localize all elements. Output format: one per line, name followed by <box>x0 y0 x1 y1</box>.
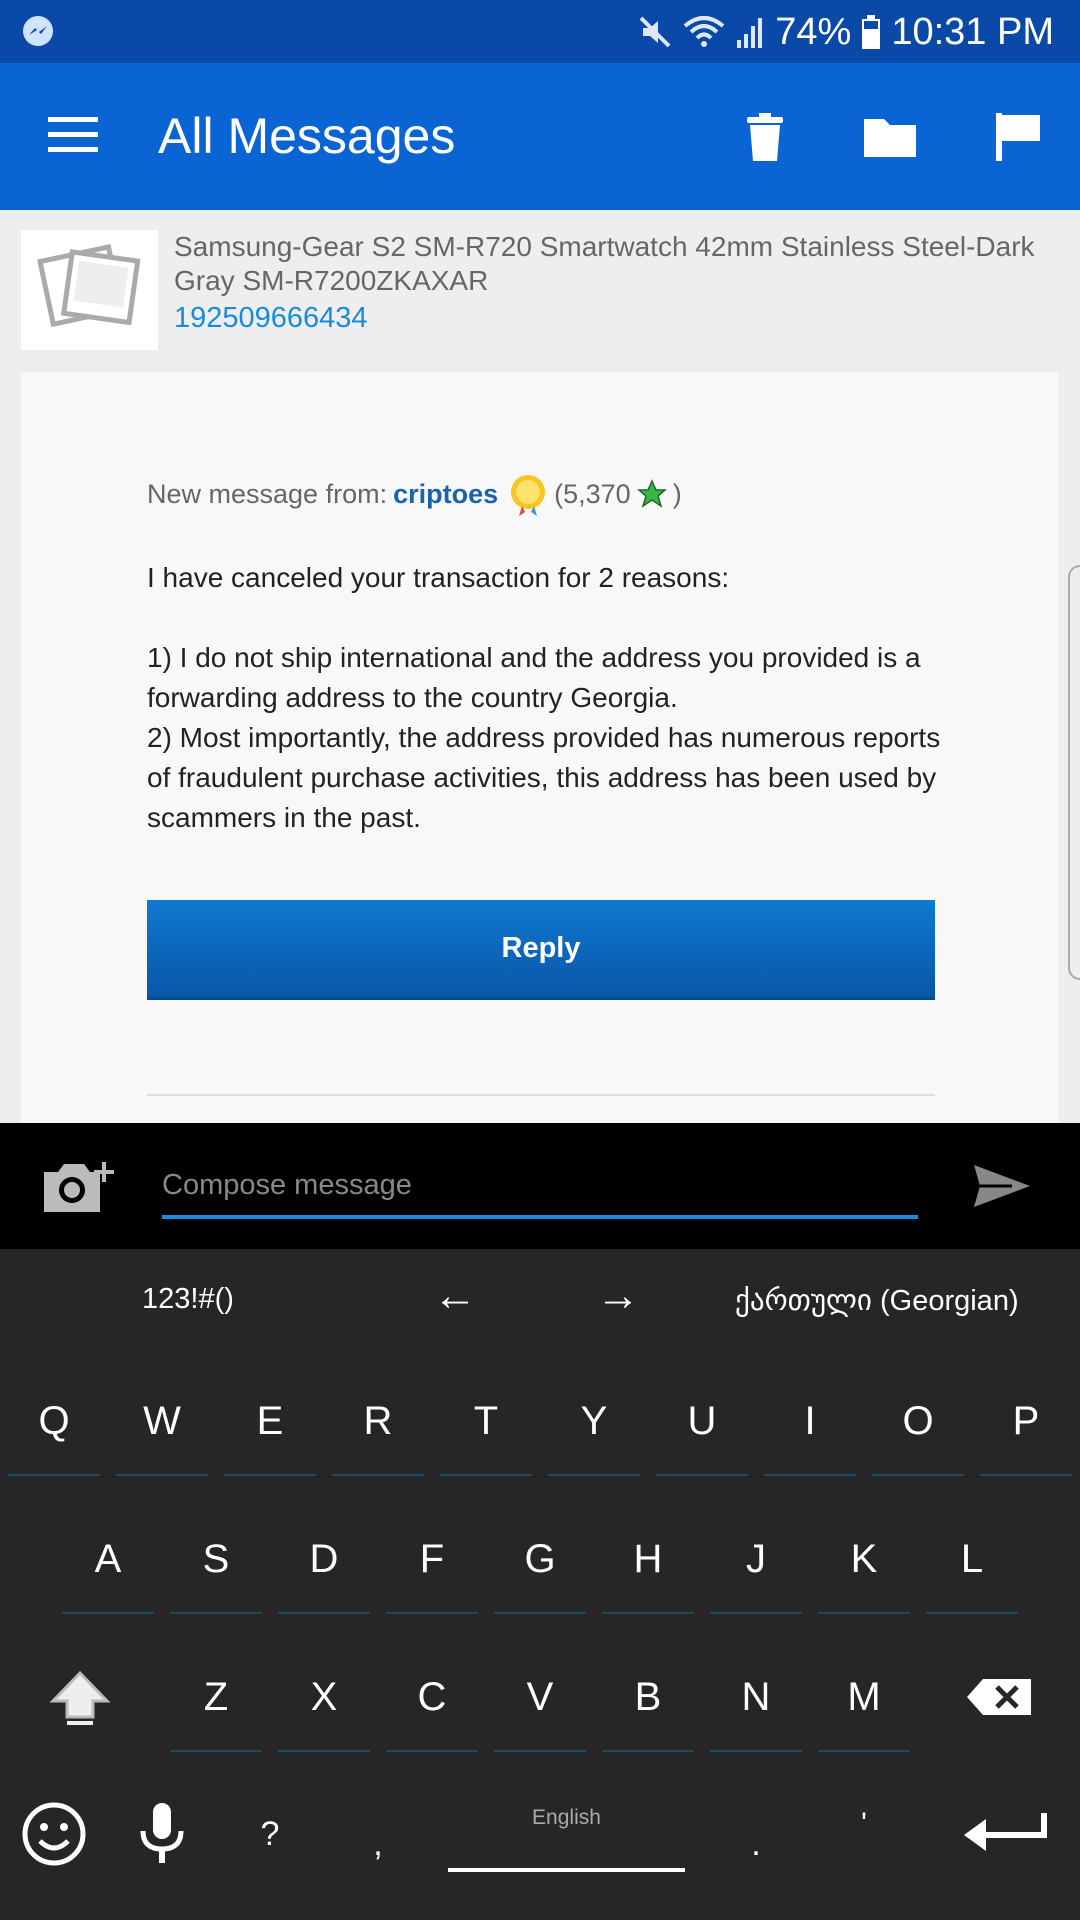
divider <box>147 1094 935 1096</box>
sender-username[interactable]: criptoes <box>393 479 498 510</box>
cursor-right-key[interactable]: → <box>596 1271 640 1321</box>
key-e[interactable]: E <box>220 1366 320 1476</box>
item-header[interactable]: Samsung-Gear S2 SM-R720 Smartwatch 42mm … <box>0 210 1080 372</box>
key-p[interactable]: P <box>976 1366 1076 1476</box>
key-comma[interactable]: , <box>328 1789 428 1899</box>
page-title: All Messages <box>158 108 456 164</box>
voice-input-key[interactable] <box>112 1779 212 1889</box>
from-label: New message from: <box>147 478 388 509</box>
key-u[interactable]: U <box>652 1366 752 1476</box>
delete-icon[interactable] <box>735 107 795 167</box>
key-m[interactable]: M <box>814 1642 914 1752</box>
message-line: I have canceled your transaction for 2 r… <box>147 562 730 593</box>
key-d[interactable]: D <box>274 1504 374 1614</box>
emoji-icon <box>22 1802 86 1866</box>
key-apostrophe[interactable]: ' <box>814 1769 914 1879</box>
key-n[interactable]: N <box>706 1642 806 1752</box>
key-l[interactable]: L <box>922 1504 1022 1614</box>
app-bar: All Messages <box>0 63 1080 210</box>
status-bar: 74% 10:31 PM <box>0 0 1080 63</box>
compose-bar: Compose message <box>0 1123 1080 1249</box>
keyboard-toolbar: 123!#() ← → ქართული (Georgian) <box>0 1249 1080 1355</box>
key-o[interactable]: O <box>868 1366 968 1476</box>
key-c[interactable]: C <box>382 1642 482 1752</box>
add-photo-icon[interactable] <box>40 1156 120 1216</box>
item-number-link[interactable]: 192509666434 <box>174 302 368 335</box>
key-v[interactable]: V <box>490 1642 590 1752</box>
message-line: 1) I do not ship international and the a… <box>147 642 921 713</box>
message-body: I have canceled your transaction for 2 r… <box>147 558 947 838</box>
status-icons: 74% 10:31 PM <box>637 8 1054 56</box>
item-thumbnail <box>21 230 158 350</box>
message-line: 2) Most importantly, the address provide… <box>147 722 941 833</box>
battery-icon <box>862 15 881 49</box>
key-y[interactable]: Y <box>544 1366 644 1476</box>
shift-icon <box>49 1670 111 1725</box>
enter-icon <box>964 1813 1047 1851</box>
key-question[interactable]: ? <box>220 1779 320 1889</box>
menu-icon[interactable] <box>48 115 98 155</box>
key-z[interactable]: Z <box>166 1642 266 1752</box>
key-h[interactable]: H <box>598 1504 698 1614</box>
backspace-key[interactable] <box>950 1642 1050 1752</box>
edge-panel-handle[interactable] <box>1068 565 1080 980</box>
key-i[interactable]: I <box>760 1366 860 1476</box>
emoji-key[interactable] <box>4 1779 104 1889</box>
key-x[interactable]: X <box>274 1642 374 1752</box>
message-sender-line: New message from: criptoes (5,370 ) <box>147 470 682 518</box>
key-f[interactable]: F <box>382 1504 482 1614</box>
shift-key[interactable] <box>30 1642 130 1752</box>
key-g[interactable]: G <box>490 1504 590 1614</box>
signal-icon <box>737 18 763 48</box>
send-icon[interactable] <box>972 1161 1032 1211</box>
cursor-left-key[interactable]: ← <box>433 1271 477 1321</box>
key-period[interactable]: . <box>706 1789 806 1899</box>
key-b[interactable]: B <box>598 1642 698 1752</box>
key-a[interactable]: A <box>58 1504 158 1614</box>
message-card: New message from: criptoes (5,370 ) I ha… <box>21 372 1058 1124</box>
reply-button[interactable]: Reply <box>147 900 935 1000</box>
messenger-icon <box>23 16 53 46</box>
language-key[interactable]: ქართული (Georgian) <box>735 1283 1019 1318</box>
mute-icon <box>639 16 671 48</box>
wifi-icon <box>683 16 725 47</box>
feedback-star-badge-icon <box>511 475 546 516</box>
space-key[interactable]: English <box>448 1800 685 1872</box>
feedback-score: (5,370 <box>554 478 631 509</box>
compose-message-input[interactable]: Compose message <box>162 1163 918 1219</box>
symbols-key[interactable]: 123!#() <box>142 1283 234 1316</box>
item-title: Samsung-Gear S2 SM-R720 Smartwatch 42mm … <box>174 231 1035 296</box>
key-k[interactable]: K <box>814 1504 914 1614</box>
enter-key[interactable] <box>950 1779 1060 1889</box>
feedback-score-close: ) <box>672 478 682 509</box>
key-j[interactable]: J <box>706 1504 806 1614</box>
clock: 10:31 PM <box>891 10 1054 53</box>
photo-placeholder-icon <box>37 244 141 328</box>
key-q[interactable]: Q <box>4 1366 104 1476</box>
folder-icon[interactable] <box>860 107 920 167</box>
key-r[interactable]: R <box>328 1366 428 1476</box>
backspace-icon <box>967 1679 1031 1715</box>
battery-percent: 74% <box>775 10 852 53</box>
key-t[interactable]: T <box>436 1366 536 1476</box>
flag-icon[interactable] <box>988 107 1048 167</box>
microphone-icon <box>140 1803 184 1863</box>
key-s[interactable]: S <box>166 1504 266 1614</box>
star-icon <box>636 479 667 508</box>
keyboard: 123!#() ← → ქართული (Georgian) Q W E R T… <box>0 1249 1080 1920</box>
space-language-label: English <box>532 1806 601 1829</box>
key-w[interactable]: W <box>112 1366 212 1476</box>
